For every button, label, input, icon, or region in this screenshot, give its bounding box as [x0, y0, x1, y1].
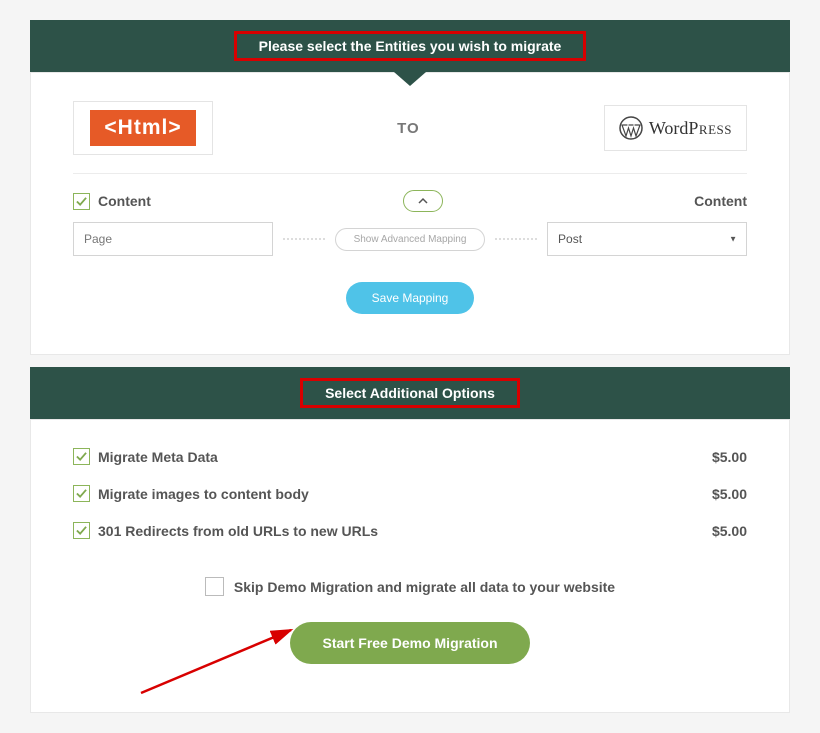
chevron-up-icon [418, 196, 428, 206]
skip-demo-label: Skip Demo Migration and migrate all data… [234, 579, 615, 595]
show-advanced-mapping-button[interactable]: Show Advanced Mapping [335, 228, 486, 251]
to-label: TO [397, 120, 420, 137]
source-entity-input[interactable] [73, 222, 273, 256]
check-icon [76, 488, 87, 499]
skip-demo-checkbox[interactable] [205, 577, 224, 596]
target-platform: WordPress [604, 105, 747, 151]
target-entity-select[interactable]: Post [547, 222, 747, 256]
connector-left [283, 238, 325, 240]
options-section-header: Select Additional Options [30, 367, 790, 419]
source-platform: <Html> [73, 101, 213, 155]
option-checkbox-redirects[interactable] [73, 522, 90, 539]
option-price: $5.00 [712, 486, 747, 502]
option-label: 301 Redirects from old URLs to new URLs [98, 523, 378, 539]
skip-demo-row: Skip Demo Migration and migrate all data… [73, 577, 747, 596]
option-row: 301 Redirects from old URLs to new URLs … [73, 522, 747, 539]
option-label: Migrate images to content body [98, 486, 309, 502]
check-icon [76, 196, 87, 207]
source-content-label: Content [98, 193, 151, 209]
connector-right [495, 238, 537, 240]
check-icon [76, 451, 87, 462]
wordpress-icon [619, 116, 643, 140]
platforms-row: <Html> TO WordPress [73, 101, 747, 174]
options-panel: Migrate Meta Data $5.00 Migrate images t… [30, 419, 790, 713]
option-price: $5.00 [712, 449, 747, 465]
wp-press: Press [688, 118, 732, 138]
target-content-label: Content [694, 193, 747, 209]
mapping-inputs: Show Advanced Mapping Post [73, 222, 747, 256]
check-icon [76, 525, 87, 536]
option-checkbox-images[interactable] [73, 485, 90, 502]
content-checkbox[interactable] [73, 193, 90, 210]
option-label: Migrate Meta Data [98, 449, 218, 465]
html-logo: <Html> [90, 110, 195, 146]
start-demo-migration-button[interactable]: Start Free Demo Migration [290, 622, 529, 664]
entities-header-text: Please select the Entities you wish to m… [234, 31, 587, 61]
option-row: Migrate Meta Data $5.00 [73, 448, 747, 465]
annotation-arrow-icon [131, 618, 311, 698]
option-price: $5.00 [712, 523, 747, 539]
options-header-text: Select Additional Options [300, 378, 520, 408]
option-checkbox-meta[interactable] [73, 448, 90, 465]
entities-section-header: Please select the Entities you wish to m… [30, 20, 790, 72]
wordpress-logo: WordPress [619, 116, 732, 140]
option-row: Migrate images to content body $5.00 [73, 485, 747, 502]
entities-panel: <Html> TO WordPress Content [30, 72, 790, 355]
save-mapping-button[interactable]: Save Mapping [346, 282, 475, 314]
wp-word: Word [649, 118, 689, 138]
collapse-toggle[interactable] [403, 190, 443, 212]
mapping-labels: Content Content [73, 190, 747, 212]
